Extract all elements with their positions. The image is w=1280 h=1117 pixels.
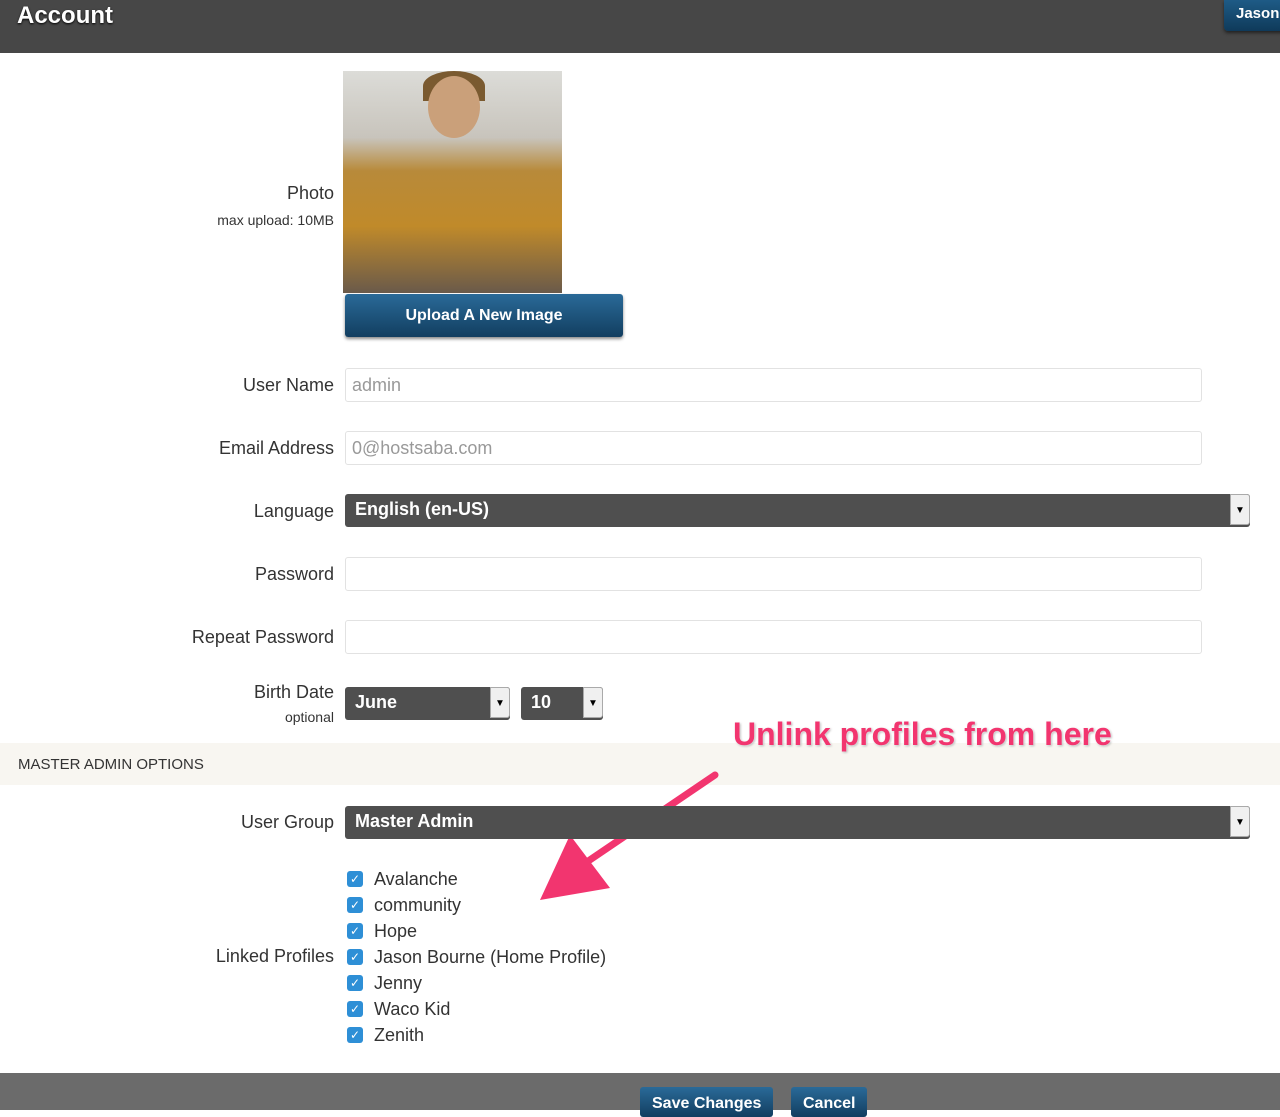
birth-date-label: Birth Date [253, 682, 334, 702]
username-label: User Name [242, 375, 334, 395]
list-item[interactable]: ✓ Hope [347, 918, 606, 944]
password-input[interactable] [345, 557, 1202, 591]
profile-name: community [374, 894, 462, 915]
chevron-down-icon: ▼ [1230, 806, 1250, 837]
language-value: English (en-US) [355, 499, 489, 519]
list-item[interactable]: ✓ community [347, 892, 606, 918]
linked-profiles-label: Linked Profiles [215, 946, 334, 966]
password-label: Password [254, 564, 334, 584]
footer-bar: Save Changes Cancel [0, 1073, 1280, 1117]
profile-name: Jenny [374, 972, 423, 993]
birth-month-value: June [355, 692, 398, 712]
profile-name: Zenith [374, 1024, 425, 1045]
username-input[interactable]: admin [345, 368, 1202, 402]
profile-name: Waco Kid [374, 998, 451, 1019]
user-group-label: User Group [240, 812, 334, 832]
user-group-value: Master Admin [355, 811, 474, 831]
profile-photo [343, 71, 562, 293]
language-label: Language [253, 501, 334, 521]
photo-label: Photo [286, 183, 334, 203]
email-label: Email Address [218, 438, 334, 458]
repeat-password-input[interactable] [345, 620, 1202, 654]
list-item[interactable]: ✓ Waco Kid [347, 996, 606, 1022]
save-changes-button[interactable]: Save Changes [640, 1087, 774, 1117]
chevron-down-icon: ▼ [583, 687, 603, 718]
repeat-password-label: Repeat Password [191, 627, 334, 647]
checkbox-checked-icon[interactable]: ✓ [347, 1001, 363, 1017]
chevron-down-icon: ▼ [1230, 494, 1250, 525]
checkbox-checked-icon[interactable]: ✓ [347, 871, 363, 887]
list-item[interactable]: ✓ Avalanche [347, 866, 606, 892]
list-item[interactable]: ✓ Zenith [347, 1022, 606, 1048]
profile-name: Jason Bourne (Home Profile) [374, 946, 607, 967]
profile-name: Avalanche [374, 868, 458, 889]
checkbox-checked-icon[interactable]: ✓ [347, 923, 363, 939]
user-group-select[interactable]: Master Admin ▼ [345, 806, 1250, 839]
birth-day-select[interactable]: 10 ▼ [521, 687, 603, 720]
birth-date-hint: optional [284, 709, 334, 725]
birth-day-value: 10 [531, 692, 552, 712]
checkbox-checked-icon[interactable]: ✓ [347, 1027, 363, 1043]
list-item[interactable]: ✓ Jenny [347, 970, 606, 996]
checkbox-checked-icon[interactable]: ✓ [347, 897, 363, 913]
language-select[interactable]: English (en-US) ▼ [345, 494, 1250, 527]
list-item[interactable]: ✓ Jason Bourne (Home Profile) [347, 944, 606, 970]
birth-month-select[interactable]: June ▼ [345, 687, 510, 720]
page-title: Account [17, 2, 113, 29]
photo-hint: max upload: 10MB [217, 212, 334, 228]
user-menu-button[interactable]: Jason [1224, 0, 1280, 31]
upload-image-button[interactable]: Upload A New Image [345, 294, 623, 337]
cancel-button[interactable]: Cancel [791, 1087, 868, 1117]
checkbox-checked-icon[interactable]: ✓ [347, 975, 363, 991]
checkbox-checked-icon[interactable]: ✓ [347, 949, 363, 965]
profile-name: Hope [374, 920, 418, 941]
chevron-down-icon: ▼ [490, 687, 510, 718]
top-bar: Account Jason [0, 0, 1280, 53]
linked-profiles-list: ✓ Avalanche ✓ community ✓ Hope ✓ Jason Bourn… [347, 866, 606, 1048]
annotation-text: Unlink profiles from here [733, 716, 1112, 752]
email-input[interactable]: 0@hostsaba.com [345, 431, 1202, 465]
